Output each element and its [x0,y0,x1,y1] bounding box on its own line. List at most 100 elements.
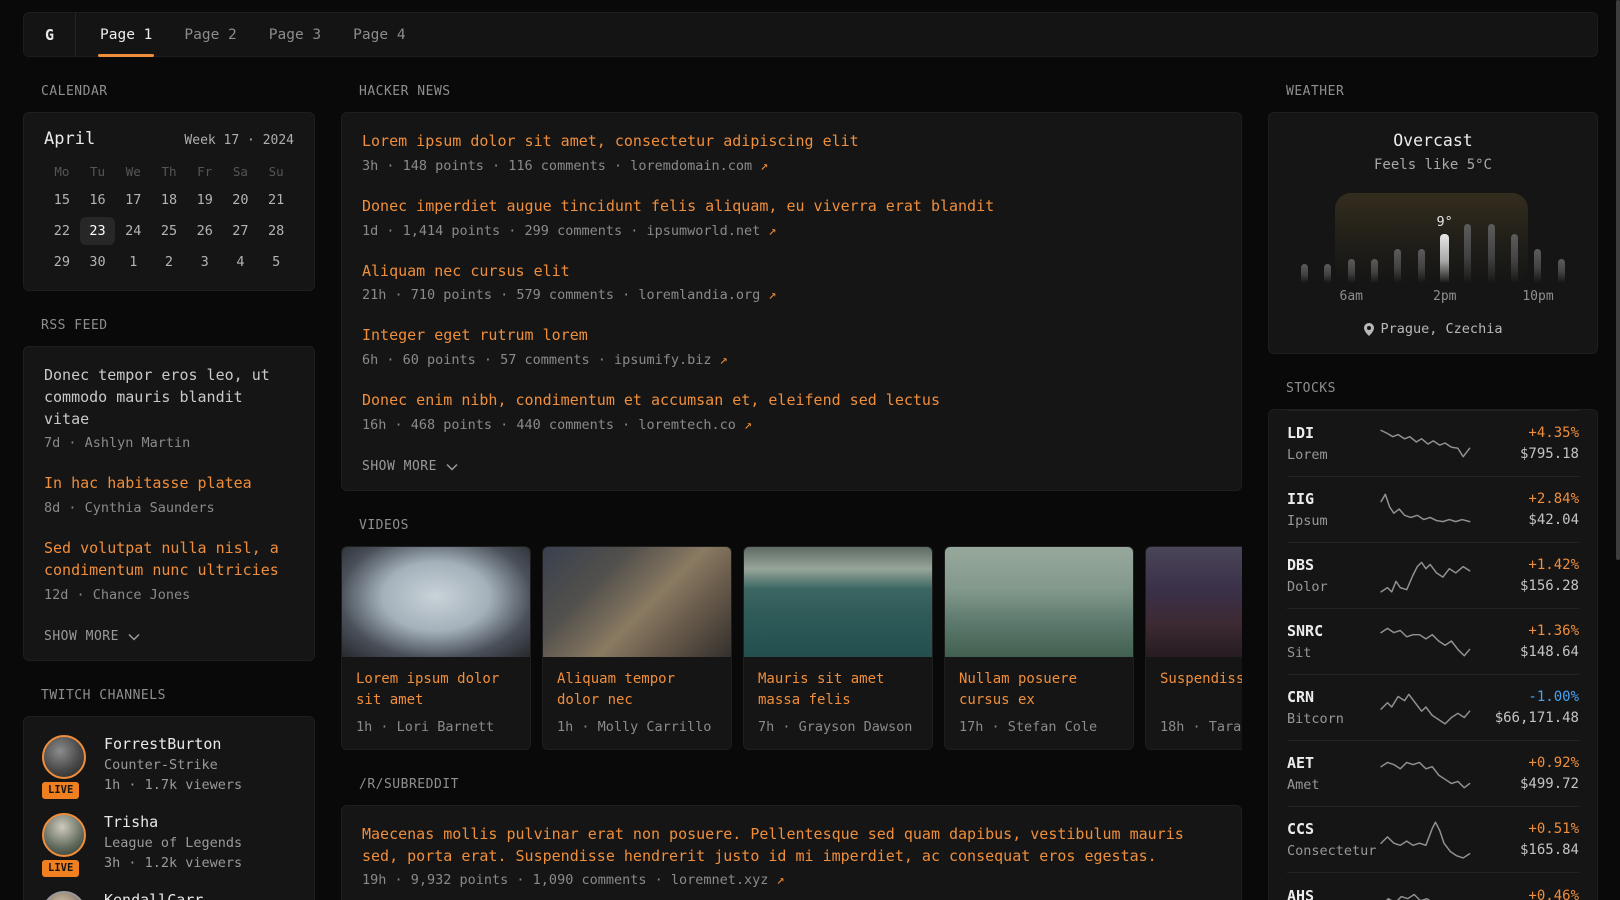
calendar-day: 1 [115,248,151,276]
video-thumbnail[interactable] [543,547,731,657]
stock-row[interactable]: AET Amet +0.92% $499.72 [1287,740,1579,806]
weather-feels-like: Feels like 5°C [1289,157,1577,173]
twitch-avatar-wrap: LIVE [42,813,88,871]
weather-bar-slot [1386,187,1409,283]
hackernews-item-meta-text: 6h · 60 points · 57 comments · ipsumify.… [362,352,712,368]
twitch-channel-row[interactable]: LIVE Trisha League of Legends 3h · 1.2k … [42,813,296,871]
nav-tab-label: Page 3 [269,27,321,43]
hackernews-item-meta-text: 1d · 1,414 points · 299 comments · ipsum… [362,223,760,239]
video-card-body: Nullam posuere cursus ex 17h · Stefan Co… [945,657,1133,749]
nav-tabs: Page 1 Page 2 Page 3 Page 4 [76,13,408,56]
video-thumbnail[interactable] [744,547,932,657]
calendar-day: 17 [115,186,151,214]
rss-item-title[interactable]: Donec tempor eros leo, ut commodo mauris… [44,365,294,430]
page-scrollbar[interactable] [1616,0,1620,560]
hackernews-section: HACKER NEWS Lorem ipsum dolor sit amet, … [341,84,1242,491]
external-link-icon[interactable]: ↗ [768,223,776,239]
video-card[interactable]: Mauris sit amet massa felis 7h · Grayson… [743,546,933,750]
calendar-day: 24 [115,217,151,245]
subreddit-post-meta-text: 19h · 9,932 points · 1,090 comments · lo… [362,872,768,888]
nav-tab[interactable]: Page 4 [351,13,407,56]
hackernews-item-title[interactable]: Lorem ipsum dolor sit amet, consectetur … [362,131,1221,153]
nav-tab[interactable]: Page 1 [98,13,154,56]
stock-row[interactable]: CRN Bitcorn -1.00% $66,171.48 [1287,674,1579,740]
avatar [42,813,86,857]
video-title[interactable]: Suspendisse diam [1160,669,1242,713]
rss-section-label: RSS FEED [41,318,315,333]
hackernews-item-title[interactable]: Donec enim nibh, condimentum et accumsan… [362,390,1221,412]
video-card[interactable]: Nullam posuere cursus ex 17h · Stefan Co… [944,546,1134,750]
hackernews-item-title[interactable]: Integer eget rutrum lorem [362,325,1221,347]
stock-row[interactable]: SNRC Sit +1.36% $148.64 [1287,608,1579,674]
avatar [42,735,86,779]
right-column: WEATHER Overcast Feels like 5°C [1268,84,1598,900]
subreddit-post-title[interactable]: Maecenas mollis pulvinar erat non posuer… [362,824,1221,868]
rss-item-title[interactable]: Sed volutpat nulla nisl, a condimentum n… [44,538,294,582]
weather-bar [1418,249,1425,283]
calendar-weekday: Fr [187,161,223,183]
hackernews-item-meta: 6h · 60 points · 57 comments · ipsumify.… [362,352,1221,368]
nav-tab[interactable]: Page 3 [267,13,323,56]
hackernews-item: Donec enim nibh, condimentum et accumsan… [362,390,1221,433]
twitch-channel-row[interactable]: LIVE KendallCarr [42,891,296,900]
external-link-icon[interactable]: ↗ [760,158,768,174]
stock-price: $42.04 [1476,512,1579,528]
video-card[interactable]: Suspendisse diam 18h · Tara [1145,546,1242,750]
weather-bar-slot [1550,187,1573,283]
video-title[interactable]: Nullam posuere cursus ex [959,669,1119,713]
weather-bar [1511,234,1518,283]
stock-change-percent: +0.92% [1476,755,1579,771]
hackernews-item-title[interactable]: Aliquam nec cursus elit [362,261,1221,283]
external-link-icon[interactable]: ↗ [777,872,785,888]
twitch-channel-meta: 1h · 1.7k viewers [104,777,242,793]
stock-name: Ipsum [1287,513,1380,529]
external-link-icon[interactable]: ↗ [768,287,776,303]
video-card[interactable]: Lorem ipsum dolor sit amet consectetu… 1… [341,546,531,750]
stock-info: AET Amet [1287,754,1380,793]
video-thumbnail[interactable] [342,547,530,657]
weather-time-label: 2pm [1433,289,1456,304]
twitch-channel-name[interactable]: ForrestBurton [104,735,242,753]
stock-row[interactable]: LDI Lorem +4.35% $795.18 [1287,410,1579,476]
external-link-icon[interactable]: ↗ [744,417,752,433]
calendar-day: 27 [223,217,259,245]
hackernews-item-title[interactable]: Donec imperdiet augue tincidunt felis al… [362,196,1221,218]
calendar-day: 4 [223,248,259,276]
nav-tab[interactable]: Page 2 [182,13,238,56]
hackernews-item: Lorem ipsum dolor sit amet, consectetur … [362,131,1221,174]
stocks-section-label: STOCKS [1286,381,1598,396]
app-logo[interactable]: G [24,13,76,56]
stocks-section: STOCKS LDI Lorem +4.35% $795.18 [1268,381,1598,900]
video-thumbnail[interactable] [945,547,1133,657]
video-card-body: Aliquam tempor dolor nec pharetra… 1h · … [543,657,731,749]
location-pin-icon [1364,323,1374,336]
hackernews-show-more-button[interactable]: SHOW MORE [362,459,458,474]
video-title[interactable]: Lorem ipsum dolor sit amet consectetu… [356,669,516,713]
external-link-icon[interactable]: ↗ [720,352,728,368]
stock-change-percent: -1.00% [1476,689,1579,705]
stock-row[interactable]: DBS Dolor +1.42% $156.28 [1287,542,1579,608]
stock-ticker: CRN [1287,688,1380,706]
twitch-avatar-wrap: LIVE [42,735,88,793]
rss-item-title[interactable]: In hac habitasse platea [44,473,294,495]
calendar-day: 15 [44,186,80,214]
stock-name: Dolor [1287,579,1380,595]
calendar-day: 18 [151,186,187,214]
weather-location: Prague, Czechia [1289,321,1577,337]
twitch-channel-list: LIVE ForrestBurton Counter-Strike 1h · 1… [42,735,296,900]
stock-row[interactable]: AHS +0.46% [1287,872,1579,900]
stock-row[interactable]: IIG Ipsum +2.84% $42.04 [1287,476,1579,542]
twitch-channel-row[interactable]: LIVE ForrestBurton Counter-Strike 1h · 1… [42,735,296,793]
video-title[interactable]: Aliquam tempor dolor nec pharetra… [557,669,717,713]
stock-row[interactable]: CCS Consectetur +0.51% $165.84 [1287,806,1579,872]
chevron-down-icon [128,633,140,641]
video-card[interactable]: Aliquam tempor dolor nec pharetra… 1h · … [542,546,732,750]
rss-show-more-button[interactable]: SHOW MORE [44,629,140,644]
calendar-day: 26 [187,217,223,245]
video-thumbnail[interactable] [1146,547,1242,657]
twitch-channel-name[interactable]: Trisha [104,813,242,831]
twitch-channel-name[interactable]: KendallCarr [104,891,203,900]
video-title[interactable]: Mauris sit amet massa felis [758,669,918,713]
hackernews-item-meta: 1d · 1,414 points · 299 comments · ipsum… [362,223,1221,239]
twitch-section: TWITCH CHANNELS LIVE ForrestBurton [23,688,315,900]
